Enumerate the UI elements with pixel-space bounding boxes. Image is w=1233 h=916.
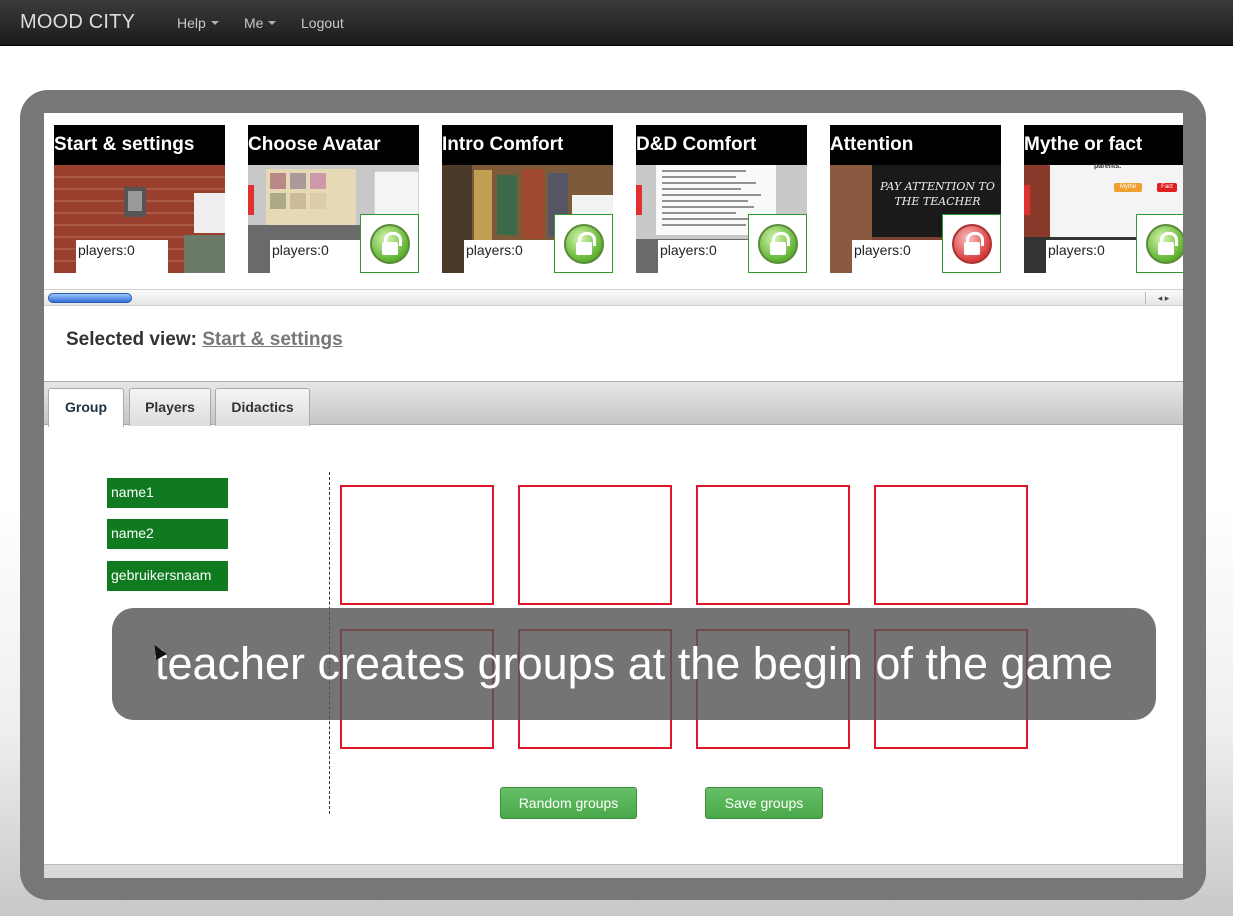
lock-toggle[interactable] (360, 214, 419, 273)
caret-down-icon (210, 21, 219, 25)
players-count: players:0 (76, 240, 168, 273)
scene-card-start-settings[interactable]: Start & settings players:0 (54, 125, 225, 273)
scene-card-intro-comfort[interactable]: Intro Comfort players:0 (442, 125, 613, 273)
scene-card-dd-comfort[interactable]: D&D Comfort players:0 (636, 125, 807, 273)
locked-icon (952, 224, 992, 264)
carousel-scrollbar[interactable]: ◂ ▸ (44, 289, 1183, 306)
unlocked-icon (758, 224, 798, 264)
scrollbar-thumb[interactable] (48, 293, 132, 303)
tab-bar: Group Players Didactics (44, 381, 1183, 427)
selected-view-label: Selected view: (66, 329, 197, 350)
random-groups-button[interactable]: Random groups (500, 787, 637, 819)
player-chip[interactable]: name1 (107, 478, 228, 508)
tab-group[interactable]: Group (48, 388, 124, 427)
selected-view-link[interactable]: Start & settings (202, 329, 342, 350)
mythe-small-text: parents. (1094, 163, 1122, 170)
logout-link[interactable]: Logout (301, 15, 344, 31)
attention-chalkboard-text: PAY ATTENTION TO THE TEACHER (880, 180, 995, 208)
player-chip[interactable]: gebruikersnaam (107, 561, 228, 591)
players-count: players:0 (852, 240, 944, 273)
save-groups-button[interactable]: Save groups (705, 787, 823, 819)
help-menu[interactable]: Help (177, 15, 219, 31)
scene-title: Attention (830, 134, 914, 155)
players-count: players:0 (270, 240, 362, 273)
panel-footer (44, 864, 1183, 878)
lock-toggle[interactable] (1136, 214, 1183, 273)
brand-logo[interactable]: MOOD CITY (20, 11, 135, 34)
scene-title: Mythe or fact (1024, 134, 1143, 155)
lock-toggle[interactable] (942, 214, 1001, 273)
lock-toggle[interactable] (554, 214, 613, 273)
group-dropzone[interactable] (874, 485, 1028, 605)
unlocked-icon (1146, 224, 1183, 264)
group-dropzone[interactable] (518, 485, 672, 605)
scroll-arrows-icon[interactable]: ◂ ▸ (1145, 292, 1181, 304)
selected-view-row: Selected view: Start & settings (66, 329, 343, 351)
players-count: players:0 (658, 240, 750, 273)
tab-players[interactable]: Players (129, 388, 211, 426)
player-chip[interactable]: name2 (107, 519, 228, 549)
scene-title: Intro Comfort (442, 134, 564, 155)
scene-title: Choose Avatar (248, 134, 381, 155)
scene-title: D&D Comfort (636, 134, 757, 155)
caret-down-icon (268, 21, 277, 25)
me-menu[interactable]: Me (244, 15, 277, 31)
unlocked-icon (564, 224, 604, 264)
group-dropzone[interactable] (340, 485, 494, 605)
group-dropzone[interactable] (696, 485, 850, 605)
help-menu-label: Help (177, 15, 206, 31)
video-caption: teacher creates groups at the begin of t… (112, 608, 1156, 720)
scene-card-mythe-or-fact[interactable]: Mythe or fact parents. Mythe Fact player… (1024, 125, 1183, 273)
scene-card-attention[interactable]: Attention PAY ATTENTION TO THE TEACHER p… (830, 125, 1001, 273)
players-count: players:0 (464, 240, 556, 273)
players-count: players:0 (1046, 240, 1138, 273)
mythe-button-thumb: Mythe (1114, 183, 1142, 192)
fact-button-thumb: Fact (1157, 183, 1177, 192)
top-navbar: MOOD CITY Help Me Logout (0, 0, 1233, 46)
tab-didactics[interactable]: Didactics (215, 388, 310, 426)
scene-card-choose-avatar[interactable]: Choose Avatar players:0 (248, 125, 419, 273)
lock-toggle[interactable] (748, 214, 807, 273)
unlocked-icon (370, 224, 410, 264)
me-menu-label: Me (244, 15, 264, 31)
scene-title: Start & settings (54, 134, 195, 155)
